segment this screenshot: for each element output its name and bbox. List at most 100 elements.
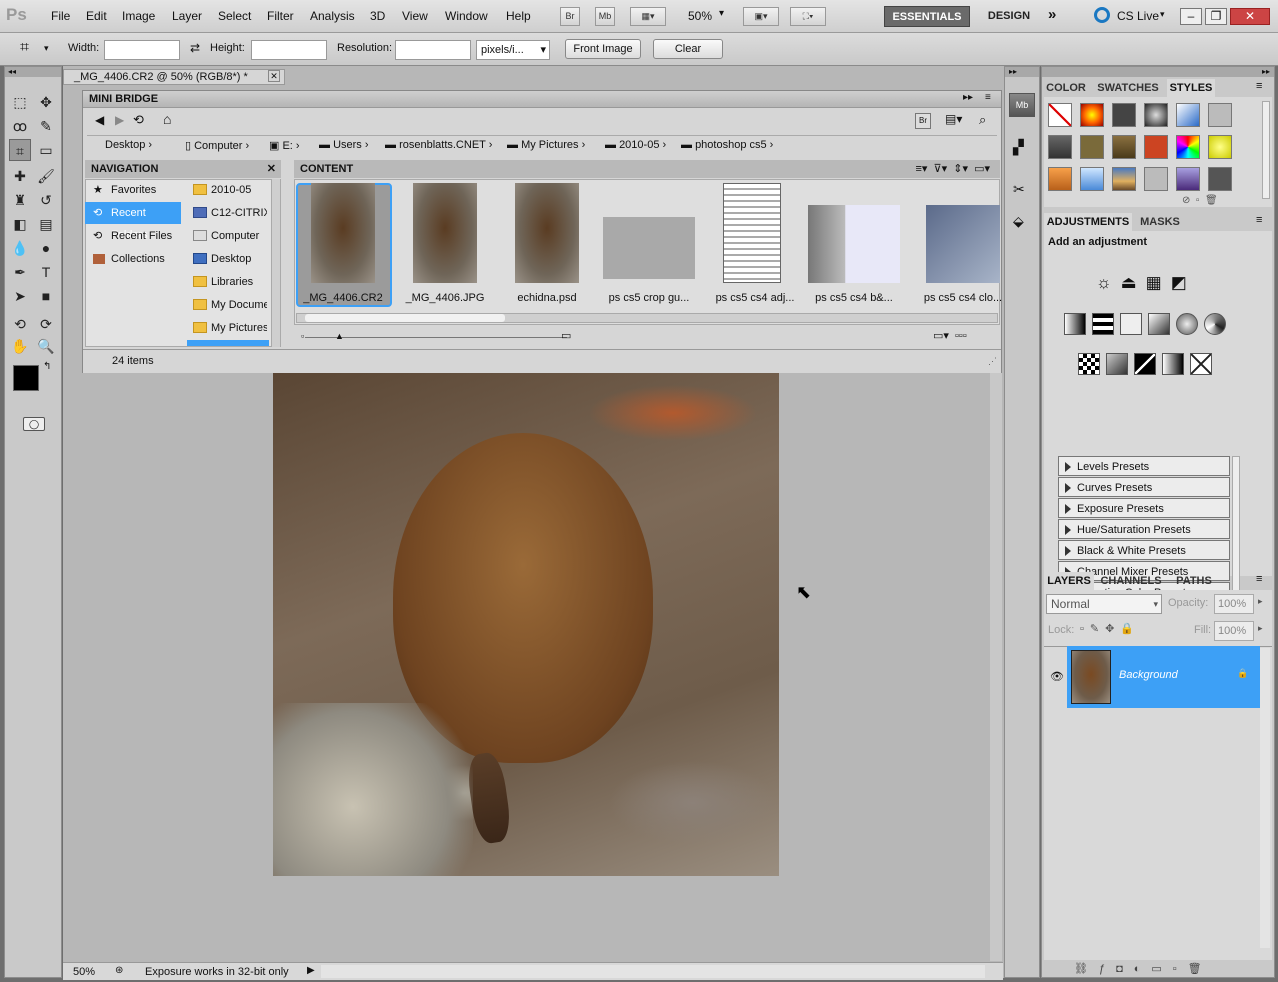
view-menu-icon[interactable]: ▤▾	[945, 112, 962, 126]
resolution-field[interactable]	[395, 40, 471, 60]
zoom-tool-icon[interactable]: 🔍	[35, 335, 57, 357]
swap-colors-icon[interactable]: ↰	[43, 361, 51, 372]
info-icon[interactable]: ⊛	[115, 965, 123, 976]
folder-item[interactable]: Desktop	[187, 248, 267, 270]
style-swatch[interactable]	[1144, 167, 1168, 191]
preset-exposure[interactable]: Exposure Presets	[1058, 498, 1230, 518]
style-swatch[interactable]	[1208, 167, 1232, 191]
invert-icon[interactable]	[1078, 353, 1100, 375]
chevron-right-icon[interactable]: ▸	[1258, 623, 1263, 634]
style-swatch[interactable]	[1176, 135, 1200, 159]
minibridge-dock-icon[interactable]: Mb	[1009, 93, 1035, 117]
cs-live-icon[interactable]	[1094, 7, 1110, 23]
preset-black-white[interactable]: Black & White Presets	[1058, 540, 1230, 560]
small-thumb-icon[interactable]: ▫	[301, 331, 304, 341]
style-swatch[interactable]	[1176, 167, 1200, 191]
tool-presets-icon[interactable]: ✂	[1013, 181, 1025, 198]
breadcrumb-2010-05[interactable]: ▬ 2010-05 ›	[605, 139, 666, 151]
folder-scrollbar[interactable]	[271, 179, 280, 347]
pen-tool-icon[interactable]: ✒	[9, 261, 31, 283]
screen-mode-button[interactable]: ⛶▾	[790, 7, 826, 26]
thumbnail-item[interactable]: ps cs5 cs4 clo...	[924, 183, 1002, 304]
thumbnail-item[interactable]: ps cs5 crop gu...	[603, 183, 695, 304]
workspace-design[interactable]: DESIGN	[980, 6, 1038, 27]
breadcrumb-desktop[interactable]: Desktop ›	[105, 139, 152, 151]
gradient-tool-icon[interactable]: ▤	[35, 213, 57, 235]
lasso-tool-icon[interactable]: ꝏ	[9, 115, 31, 137]
style-swatch[interactable]	[1048, 135, 1072, 159]
back-icon[interactable]: ◀	[95, 113, 104, 127]
style-swatch[interactable]	[1112, 135, 1136, 159]
foreground-color[interactable]	[13, 365, 39, 391]
lock-icons[interactable]: ▫✎✥🔒	[1080, 622, 1140, 635]
breadcrumb-pictures[interactable]: ▬ My Pictures ›	[507, 139, 585, 151]
panel-menu-icon[interactable]: ≡	[985, 92, 991, 103]
content-toolbar-icon[interactable]: ≡▾ ⊽▾ ⇕▾ ▭▾	[915, 160, 990, 178]
bridge-button[interactable]: Br	[560, 7, 580, 26]
scrollbar-thumb[interactable]	[305, 314, 505, 322]
tab-masks[interactable]: MASKS	[1134, 213, 1186, 231]
style-swatch[interactable]	[1080, 103, 1104, 127]
preset-hue-saturation[interactable]: Hue/Saturation Presets	[1058, 519, 1230, 539]
clear-button[interactable]: Clear	[653, 39, 723, 59]
style-swatch[interactable]	[1208, 103, 1232, 127]
status-menu-arrow-icon[interactable]: ▶	[307, 965, 315, 976]
style-none[interactable]	[1048, 103, 1072, 127]
thumbnail-size-slider[interactable]	[305, 337, 567, 338]
nav-recent-folders[interactable]: ⟲ Recent Folders	[85, 202, 181, 241]
nav-collections[interactable]: Collections	[85, 248, 181, 270]
eye-icon[interactable]: 👁	[1050, 670, 1064, 683]
tab-paths[interactable]: PATHS	[1168, 572, 1220, 590]
shape-tool-icon[interactable]: ■	[35, 285, 57, 307]
menu-file[interactable]: File	[51, 9, 70, 23]
front-image-button[interactable]: Front Image	[565, 39, 641, 59]
quick-mask-icon[interactable]: ◯	[23, 417, 45, 431]
threshold-icon[interactable]	[1134, 353, 1156, 375]
color-balance-icon[interactable]	[1120, 313, 1142, 335]
style-swatch[interactable]	[1048, 167, 1072, 191]
layers-footer-icons[interactable]: ⛓ƒ◘◐▭▫🗑	[1074, 962, 1213, 975]
recent-icon[interactable]: ⟲	[133, 112, 144, 128]
preset-levels[interactable]: Levels Presets	[1058, 456, 1230, 476]
menu-layer[interactable]: Layer	[172, 9, 202, 23]
marquee-tool-icon[interactable]: ⬚	[9, 91, 31, 113]
style-swatch[interactable]	[1144, 135, 1168, 159]
thumbnail-item[interactable]: _MG_4406.JPG	[406, 183, 484, 304]
document-tab[interactable]: _MG_4406.CR2 @ 50% (RGB/8*) * ✕	[63, 69, 285, 85]
collapse-icon[interactable]: ▸▸	[1042, 67, 1274, 77]
fill-field[interactable]: 100%	[1214, 621, 1254, 641]
menu-select[interactable]: Select	[218, 9, 251, 23]
swap-icon[interactable]: ⇄	[190, 41, 200, 55]
forward-icon[interactable]: ▶	[115, 113, 124, 127]
tab-adjustments[interactable]: ADJUSTMENTS	[1044, 213, 1132, 231]
3d-orbit-icon[interactable]: ⟳	[35, 313, 57, 335]
content-scrollbar[interactable]	[296, 313, 998, 323]
collapse-icon[interactable]: ▸▸	[1005, 67, 1039, 77]
clone-stamp-icon[interactable]: ♜	[9, 189, 31, 211]
path-select-icon[interactable]: ➤	[9, 285, 31, 307]
close-icon[interactable]: ✕	[268, 70, 280, 82]
panel-menu-icon[interactable]: ≡	[1256, 214, 1262, 226]
tab-layers[interactable]: LAYERS	[1044, 572, 1094, 590]
status-zoom[interactable]: 50%	[73, 966, 95, 978]
menu-help[interactable]: Help	[506, 9, 531, 23]
blend-mode-select[interactable]: Normal ▾	[1046, 594, 1162, 614]
height-field[interactable]	[251, 40, 327, 60]
restore-button[interactable]: ❐	[1205, 8, 1227, 25]
styles-footer-icon[interactable]: ⊘ ▫ 🗑	[1182, 195, 1218, 206]
preset-curves[interactable]: Curves Presets	[1058, 477, 1230, 497]
nav-favorites[interactable]: ★ Favorites	[85, 179, 181, 201]
menu-3d[interactable]: 3D	[370, 9, 385, 23]
type-tool-icon[interactable]: T	[35, 261, 57, 283]
styles-scrollbar[interactable]	[1262, 101, 1270, 199]
horizontal-scrollbar[interactable]	[321, 965, 985, 978]
panel-menu-icon[interactable]: ≡	[1256, 80, 1262, 92]
vertical-scrollbar[interactable]	[990, 373, 1002, 961]
folder-item[interactable]: My Documents	[187, 294, 267, 316]
cs-live-menu[interactable]: CS Live	[1117, 9, 1159, 23]
gradient-map-icon[interactable]	[1162, 353, 1184, 375]
menu-edit[interactable]: Edit	[86, 9, 107, 23]
image-canvas[interactable]	[273, 373, 779, 876]
bridge-icon[interactable]: Br	[915, 113, 931, 129]
tab-channels[interactable]: CHANNELS	[1096, 572, 1166, 590]
